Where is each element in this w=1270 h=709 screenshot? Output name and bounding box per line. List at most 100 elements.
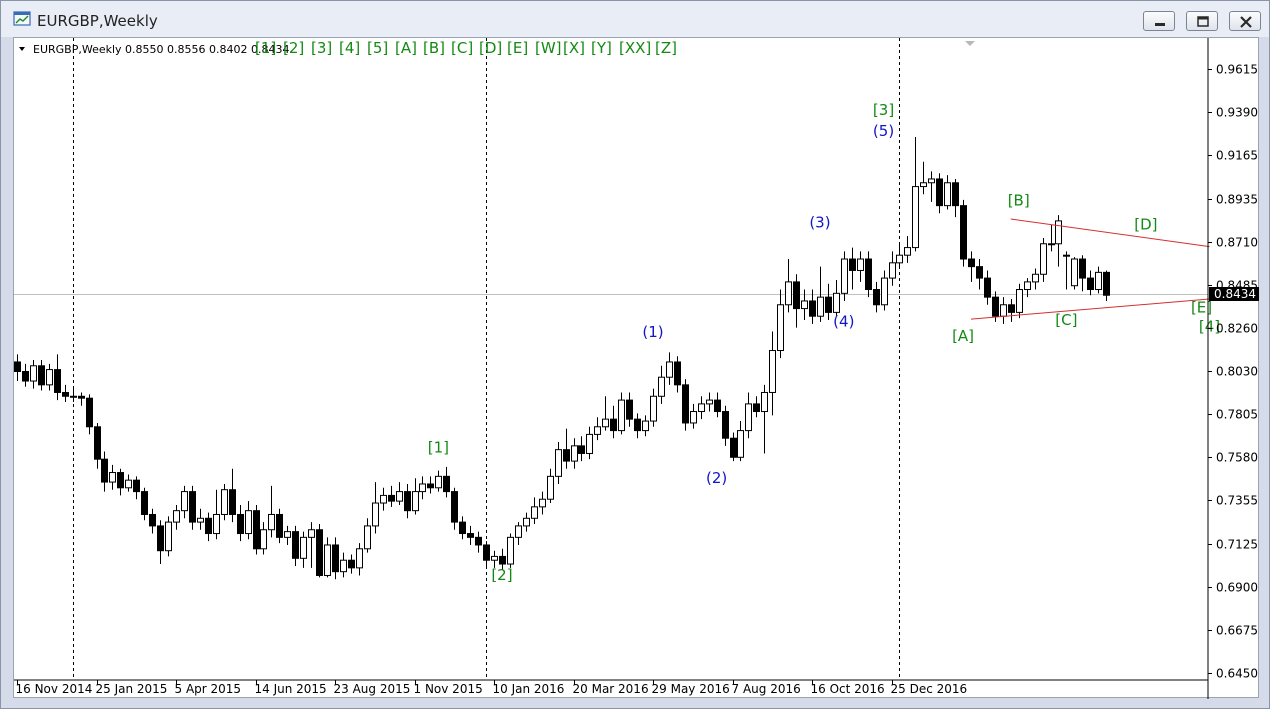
candle-body <box>332 544 339 573</box>
wave-tool-button[interactable]: [D] <box>479 39 502 57</box>
candle-body <box>809 300 816 317</box>
wave-label[interactable]: (3) <box>809 214 830 232</box>
candle-body <box>62 391 69 397</box>
wave-tool-button[interactable]: [C] <box>451 39 473 57</box>
candle-body <box>101 458 108 483</box>
minimize-icon <box>1155 23 1165 26</box>
candle-body <box>451 491 458 523</box>
candle-body <box>467 533 474 538</box>
wave-tool-button[interactable]: [W] <box>535 39 562 57</box>
candle-body <box>78 395 85 399</box>
y-tick-label: 0.7580 <box>1216 451 1258 465</box>
candle-body <box>817 296 824 317</box>
candle-body <box>1087 277 1094 291</box>
candle-body <box>578 445 585 454</box>
wave-tool-button[interactable]: [5] <box>367 39 388 57</box>
y-tick-label: 0.8935 <box>1216 193 1258 207</box>
candle-body <box>602 418 609 428</box>
candle-body <box>157 525 164 552</box>
candle-body <box>1040 243 1047 275</box>
y-tick-label: 0.7125 <box>1216 538 1258 552</box>
y-tick-label: 0.6450 <box>1216 667 1258 681</box>
wave-label[interactable]: (4) <box>833 313 854 331</box>
candle-body <box>372 502 379 527</box>
y-tick-label: 0.9615 <box>1216 63 1258 77</box>
candle-body <box>412 491 419 512</box>
triangle-trendline[interactable] <box>1010 218 1210 248</box>
wave-label[interactable]: [B] <box>1008 192 1030 210</box>
wave-tool-button[interactable]: [3] <box>311 39 332 57</box>
y-tick-label: 0.9165 <box>1216 149 1258 163</box>
wave-label[interactable]: [3] <box>873 101 894 119</box>
wave-tool-button[interactable]: [X] <box>563 39 585 57</box>
candle-body <box>149 513 156 527</box>
candle-body <box>308 529 315 538</box>
candle-body <box>276 513 283 538</box>
candle-body <box>610 418 617 432</box>
wave-tool-button[interactable]: [B] <box>423 39 445 57</box>
candle-body <box>936 178 943 207</box>
x-tick-label: 14 Jun 2015 <box>255 682 327 696</box>
candle-body <box>475 536 482 546</box>
candle-body <box>984 277 991 298</box>
wave-label[interactable]: [A] <box>952 327 974 345</box>
candle-body <box>960 205 967 260</box>
candle-body <box>316 529 323 576</box>
candle-body <box>404 491 411 512</box>
wave-tool-button[interactable]: [E] <box>507 39 528 57</box>
candle-body <box>173 510 180 523</box>
candle-body <box>197 517 204 523</box>
wave-tool-button[interactable]: [Z] <box>655 39 677 57</box>
wave-label[interactable]: [1] <box>428 439 449 457</box>
chart-shift-marker-icon[interactable] <box>965 41 975 46</box>
candle-body <box>992 296 999 317</box>
candle-body <box>300 536 307 559</box>
candle-body <box>642 420 649 432</box>
y-tick-label: 0.8710 <box>1216 236 1258 250</box>
candle-body <box>229 489 236 515</box>
maximize-button[interactable] <box>1186 11 1218 31</box>
wave-label[interactable]: [2] <box>491 566 512 584</box>
candlestick-chart[interactable]: [1] [2] (1) (2) (3) (4) (5) [3] [A] [B] [C] [D] [E] [… <box>14 38 1260 699</box>
candle-body <box>539 498 546 508</box>
wave-label[interactable]: [E] <box>1191 298 1212 316</box>
chart-area[interactable]: [1] [2] (1) (2) (3) (4) (5) [3] [A] [B] [C] [D] [E] [… <box>13 37 1260 699</box>
candle-body <box>22 370 29 382</box>
y-tick-label: 0.6900 <box>1216 581 1258 595</box>
candle-body <box>873 289 880 306</box>
current-price-label: 0.8434 <box>1214 287 1256 301</box>
collapse-arrow-icon[interactable] <box>19 47 25 51</box>
wave-tool-button[interactable]: [XX] <box>619 39 651 57</box>
wave-tool-button[interactable]: [A] <box>395 39 417 57</box>
wave-tool-button[interactable]: [4] <box>339 39 360 57</box>
candle-body <box>674 361 681 386</box>
candle-body <box>1103 271 1110 296</box>
close-button[interactable] <box>1229 11 1261 31</box>
candle-body <box>348 559 355 569</box>
wave-label[interactable]: [D] <box>1134 215 1157 233</box>
candle-body <box>419 483 426 493</box>
candle-body <box>745 403 752 432</box>
y-tick-label: 0.7355 <box>1216 494 1258 508</box>
candle-body <box>976 266 983 279</box>
wave-label[interactable]: (5) <box>873 122 894 140</box>
candle-body <box>181 491 188 512</box>
wave-label[interactable]: (2) <box>706 469 727 487</box>
candle-body <box>722 411 729 439</box>
wave-tool-button[interactable]: [2] <box>283 39 304 57</box>
candle-body <box>904 247 911 256</box>
wave-label[interactable]: (1) <box>642 323 663 341</box>
candle-body <box>1000 304 1007 317</box>
candle-body <box>785 281 792 306</box>
candle-body <box>125 479 132 489</box>
candle-body <box>30 365 37 382</box>
minimize-button[interactable] <box>1143 11 1175 31</box>
wave-tool-button[interactable]: [Y] <box>591 39 612 57</box>
candle-body <box>626 399 633 420</box>
candle-body <box>753 403 760 413</box>
candle-body <box>555 449 562 477</box>
wave-label[interactable]: [C] <box>1055 311 1077 329</box>
wave-tool-button[interactable]: [1] <box>255 39 276 57</box>
title-bar[interactable]: EURGBP,Weekly <box>1 1 1269 37</box>
candle-body <box>117 472 124 489</box>
